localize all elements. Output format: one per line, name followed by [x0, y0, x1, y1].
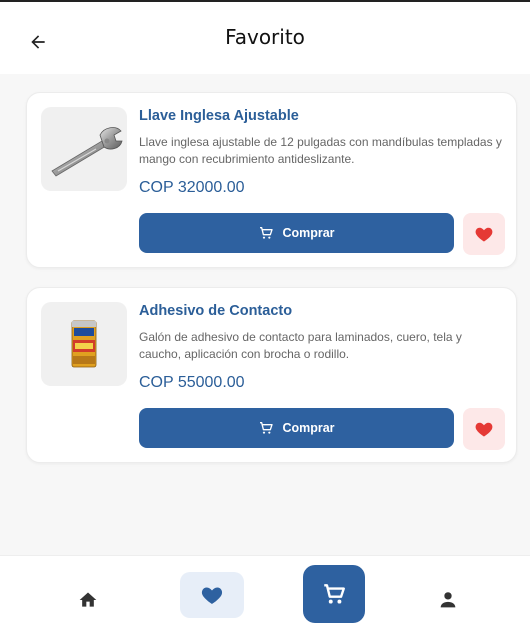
product-name: Adhesivo de Contacto: [139, 303, 293, 319]
nav-cart[interactable]: [303, 565, 365, 623]
cart-icon: [260, 422, 274, 434]
heart-icon: [475, 422, 493, 437]
wrench-icon: [51, 127, 123, 177]
home-icon: [79, 592, 97, 607]
product-image: [41, 302, 127, 386]
back-button[interactable]: [26, 30, 50, 54]
buy-button[interactable]: Comprar: [139, 213, 454, 253]
app-header: Favorito: [0, 2, 530, 74]
remove-favorite-button[interactable]: [463, 408, 505, 450]
bottom-navigation: [0, 555, 530, 623]
buy-button[interactable]: Comprar: [139, 408, 454, 448]
favorite-card: Adhesivo de Contacto Galón de adhesivo d…: [26, 287, 517, 463]
buy-button-label: Comprar: [282, 421, 335, 435]
product-image: [41, 107, 127, 191]
cart-icon: [324, 584, 345, 604]
person-icon: [440, 592, 456, 608]
heart-icon: [201, 587, 223, 604]
nav-favorites[interactable]: [180, 572, 244, 618]
heart-icon: [475, 227, 493, 242]
buy-button-label: Comprar: [282, 226, 335, 240]
page-title: Favorito: [225, 25, 305, 49]
favorite-card: Llave Inglesa Ajustable Llave inglesa aj…: [26, 92, 517, 268]
product-description: Llave inglesa ajustable de 12 pulgadas c…: [139, 135, 502, 166]
remove-favorite-button[interactable]: [463, 213, 505, 255]
nav-profile[interactable]: [426, 578, 470, 622]
adhesive-can-icon: [71, 320, 97, 368]
nav-home[interactable]: [66, 578, 110, 622]
product-price: COP 55000.00: [139, 374, 245, 391]
product-price: COP 32000.00: [139, 179, 245, 196]
arrow-left-icon: [31, 35, 45, 49]
product-description: Galón de adhesivo de contacto para lamin…: [139, 330, 462, 361]
cart-icon: [260, 227, 274, 239]
favorites-screen: Favorito Llave Inglesa Ajustable Llave i…: [0, 0, 530, 623]
product-name: Llave Inglesa Ajustable: [139, 108, 299, 124]
